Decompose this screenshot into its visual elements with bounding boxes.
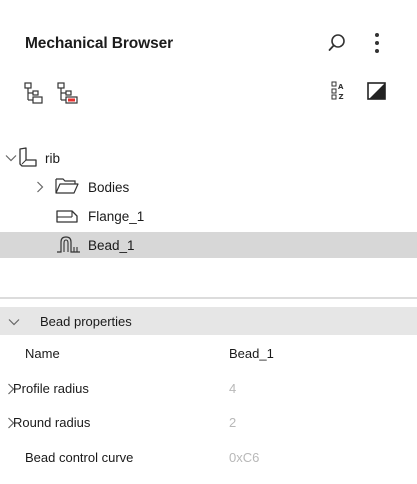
- property-row-profile-radius: Profile radius 4: [0, 375, 417, 403]
- tree-item-label: rib: [45, 150, 61, 166]
- part-icon: [19, 147, 37, 167]
- tree-item-bead[interactable]: Bead_1: [0, 232, 417, 258]
- property-label: Round radius: [13, 415, 91, 430]
- tree-structure-red-button[interactable]: [57, 81, 79, 105]
- more-vertical-icon: [375, 33, 379, 53]
- bead-icon: [57, 236, 80, 253]
- property-value[interactable]: Bead_1: [229, 346, 274, 361]
- property-value[interactable]: 0xC6: [229, 450, 259, 465]
- browser-header: Mechanical Browser A Z: [0, 0, 417, 130]
- flange-icon: [56, 210, 78, 223]
- properties-section-header[interactable]: Bead properties: [0, 307, 417, 335]
- property-row-round-radius: Round radius 2: [0, 409, 417, 437]
- folder-open-icon: [55, 178, 79, 194]
- tree-structure-icon: [24, 82, 43, 104]
- tree-item-bodies[interactable]: Bodies: [0, 174, 417, 200]
- property-value[interactable]: 4: [229, 381, 236, 396]
- search-button[interactable]: [328, 33, 346, 55]
- sort-button[interactable]: A Z: [331, 80, 347, 102]
- tree-item-label: Bead_1: [88, 237, 135, 253]
- chevron-down-icon[interactable]: [5, 152, 17, 164]
- chevron-right-icon[interactable]: [34, 181, 46, 193]
- properties-section-title: Bead properties: [40, 314, 132, 329]
- property-row-bead-control-curve: Bead control curve 0xC6: [0, 444, 417, 472]
- property-label: Bead control curve: [25, 450, 134, 465]
- tree-item-label: Bodies: [88, 179, 130, 195]
- more-options-button[interactable]: [370, 31, 384, 55]
- chevron-down-icon[interactable]: [8, 316, 20, 328]
- tree-item-label: Flange_1: [88, 208, 145, 224]
- svg-text:A: A: [338, 83, 344, 91]
- panel-title: Mechanical Browser: [25, 35, 174, 52]
- property-label: Name: [25, 346, 60, 361]
- property-row-name: Name Bead_1: [0, 340, 417, 368]
- tree-item-flange[interactable]: Flange_1: [0, 203, 417, 229]
- tree-structure-red-icon: [57, 82, 78, 104]
- property-label: Profile radius: [13, 381, 89, 396]
- search-icon: [328, 34, 345, 51]
- property-value[interactable]: 2: [229, 415, 236, 430]
- panel-divider[interactable]: [0, 297, 417, 299]
- tree-item-rib[interactable]: rib: [0, 145, 417, 171]
- contrast-icon: [367, 82, 386, 100]
- sort-az-icon: A Z: [331, 81, 344, 101]
- tree-structure-button[interactable]: [24, 81, 44, 105]
- svg-text:Z: Z: [339, 93, 344, 101]
- contrast-button[interactable]: [367, 82, 386, 100]
